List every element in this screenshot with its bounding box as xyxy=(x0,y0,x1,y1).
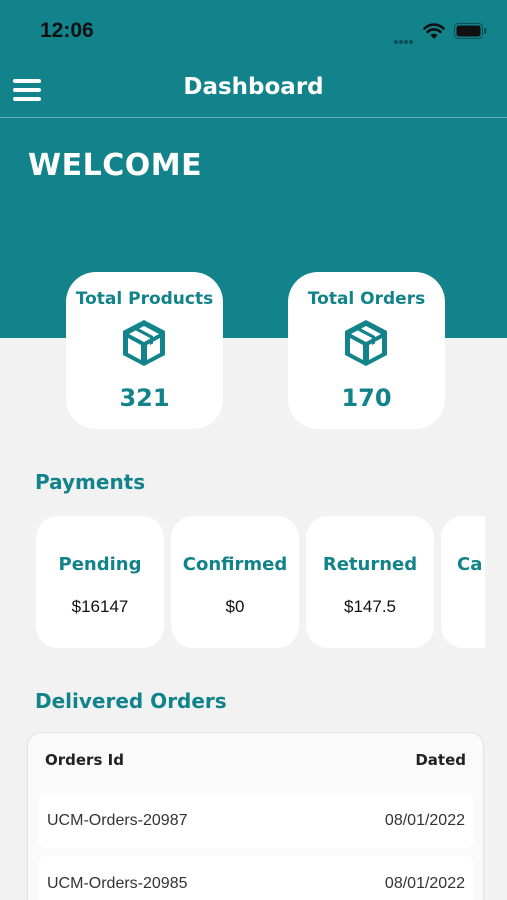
column-header-orders-id: Orders Id xyxy=(45,751,124,769)
table-row[interactable]: UCM-Orders-20985 08/01/2022 xyxy=(39,856,473,900)
payment-card-confirmed[interactable]: Confirmed $0 xyxy=(171,516,299,648)
order-id: UCM-Orders-20985 xyxy=(47,875,188,892)
welcome-heading: WELCOME xyxy=(28,148,203,183)
page-title: Dashboard xyxy=(183,74,324,100)
payment-label: Ca xyxy=(457,554,483,575)
stat-value: 170 xyxy=(341,384,392,412)
payment-card-partial[interactable]: Ca xyxy=(441,516,485,648)
total-products-card[interactable]: Total Products 321 xyxy=(66,272,223,429)
column-header-dated: Dated xyxy=(415,751,466,769)
total-orders-card[interactable]: Total Orders 170 xyxy=(288,272,445,429)
payment-value: $16147 xyxy=(71,597,129,616)
payment-value: $147.5 xyxy=(344,597,396,616)
signal-icon xyxy=(394,29,416,44)
status-time: 12:06 xyxy=(40,19,94,42)
payment-value: $0 xyxy=(225,597,245,616)
delivered-orders-table: Orders Id Dated UCM-Orders-20987 08/01/2… xyxy=(27,732,484,900)
box-icon xyxy=(345,320,387,366)
delivered-orders-heading: Delivered Orders xyxy=(35,689,227,713)
order-date: 08/01/2022 xyxy=(384,875,465,892)
battery-icon xyxy=(454,23,487,39)
order-id: UCM-Orders-20987 xyxy=(47,812,188,829)
payment-card-pending[interactable]: Pending $16147 xyxy=(36,516,164,648)
app-header: Dashboard xyxy=(0,62,507,118)
stat-value: 321 xyxy=(119,384,170,412)
payments-carousel[interactable]: Pending $16147 Confirmed $0 Returned $14… xyxy=(36,516,485,648)
payments-heading: Payments xyxy=(35,470,146,494)
stat-label: Total Orders xyxy=(307,289,426,309)
table-row[interactable]: UCM-Orders-20987 08/01/2022 xyxy=(39,793,473,849)
box-icon xyxy=(123,320,165,366)
payment-label: Returned xyxy=(322,554,418,575)
payment-card-returned[interactable]: Returned $147.5 xyxy=(306,516,434,648)
order-date: 08/01/2022 xyxy=(384,812,465,829)
stat-label: Total Products xyxy=(75,289,214,309)
payment-label: Pending xyxy=(58,554,142,575)
wifi-icon xyxy=(423,23,445,39)
payment-label: Confirmed xyxy=(182,554,288,575)
status-bar: 12:06 xyxy=(0,0,507,62)
